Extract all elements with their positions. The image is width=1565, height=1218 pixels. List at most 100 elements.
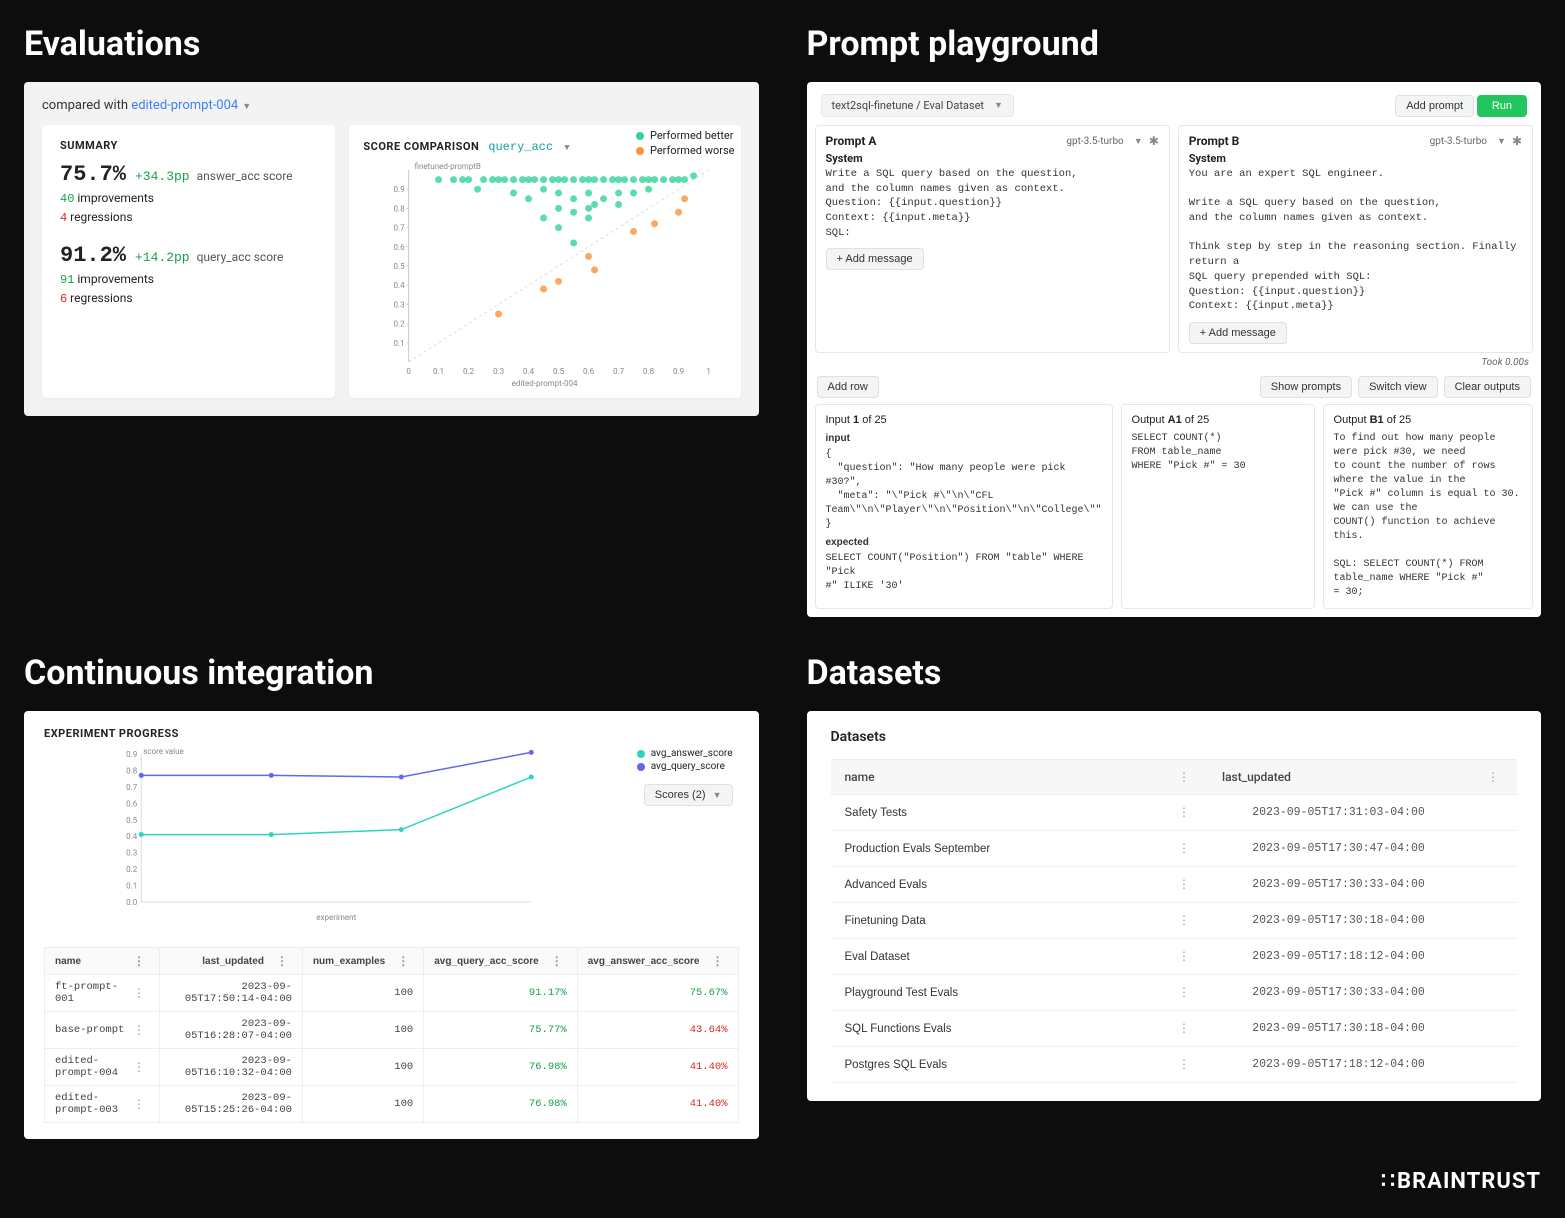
svg-text:1: 1 xyxy=(707,367,712,376)
table-row[interactable]: Production Evals September⋮2023-09-05T17… xyxy=(831,831,1518,867)
kebab-icon[interactable]: ⋮ xyxy=(1174,878,1194,892)
chevron-down-icon: ▼ xyxy=(564,143,569,153)
kebab-icon[interactable]: ⋮ xyxy=(129,986,149,1001)
col-avg-answer[interactable]: avg_answer_acc_score xyxy=(588,956,700,967)
table-row[interactable]: SQL Functions Evals⋮2023-09-05T17:30:18-… xyxy=(831,1011,1518,1047)
col-last-updated[interactable]: last_updated xyxy=(202,956,264,967)
svg-text:edited-prompt-004: edited-prompt-004 xyxy=(512,379,578,388)
improvements-count: 40 xyxy=(60,192,74,206)
improvements-count: 91 xyxy=(60,273,74,287)
model-select[interactable]: gpt-3.5-turbo xyxy=(1066,136,1123,147)
kebab-icon[interactable]: ⋮ xyxy=(129,1023,149,1038)
score-comparison-dropdown[interactable]: query_acc ▼ xyxy=(488,140,569,154)
svg-text:0.5: 0.5 xyxy=(394,262,406,271)
prompt-b-body[interactable]: You are an expert SQL engineer. Write a … xyxy=(1189,167,1522,314)
run-button[interactable]: Run xyxy=(1477,95,1527,117)
table-row[interactable]: Eval Dataset⋮2023-09-05T17:18:12-04:00 xyxy=(831,939,1518,975)
playground-section: Prompt playground text2sql-finetune / Ev… xyxy=(807,24,1542,617)
improvements-label: improvements xyxy=(74,272,154,286)
output-a-body: SELECT COUNT(*) FROM table_name WHERE "P… xyxy=(1132,432,1304,474)
svg-text:0.1: 0.1 xyxy=(433,367,444,376)
prompt-b-title: Prompt B xyxy=(1189,134,1240,148)
svg-text:score value: score value xyxy=(143,747,184,756)
table-row[interactable]: Finetuning Data⋮2023-09-05T17:30:18-04:0… xyxy=(831,903,1518,939)
prompt-a-body[interactable]: Write a SQL query based on the question,… xyxy=(826,167,1159,240)
kebab-icon[interactable]: ⋮ xyxy=(1174,842,1194,856)
table-row[interactable]: edited-prompt-003⋮2023-09-05T15:25:26-04… xyxy=(45,1086,739,1123)
chevron-down-icon[interactable]: ▼ xyxy=(242,101,251,112)
regressions-label: regressions xyxy=(67,210,132,224)
compared-with-bar: compared with edited-prompt-004 ▼ xyxy=(24,92,759,125)
metric-delta: +34.3pp xyxy=(135,169,190,184)
gear-icon[interactable]: ✱ xyxy=(1512,134,1522,148)
col-num-examples[interactable]: num_examples xyxy=(313,956,385,967)
table-row[interactable]: Playground Test Evals⋮2023-09-05T17:30:3… xyxy=(831,975,1518,1011)
svg-text:0.5: 0.5 xyxy=(553,367,565,376)
svg-text:0.8: 0.8 xyxy=(643,367,655,376)
table-row[interactable]: ft-prompt-001⋮2023-09-05T17:50:14-04:001… xyxy=(45,975,739,1012)
chevron-down-icon: ▼ xyxy=(1134,136,1143,147)
metric-label: query_acc score xyxy=(197,250,284,264)
kebab-icon[interactable]: ⋮ xyxy=(272,954,292,968)
chevron-down-icon: ▼ xyxy=(1497,136,1506,147)
col-name[interactable]: name xyxy=(845,770,875,784)
regressions-label: regressions xyxy=(67,291,132,305)
kebab-icon[interactable]: ⋮ xyxy=(1174,1022,1194,1036)
kebab-icon[interactable]: ⋮ xyxy=(129,954,149,968)
kebab-icon[interactable]: ⋮ xyxy=(547,954,567,968)
legend-better: Performed better xyxy=(650,129,734,142)
breadcrumb[interactable]: text2sql-finetune / Eval Dataset▼ xyxy=(821,94,1014,117)
datasets-section: Datasets Datasets name ⋮ last_updated ⋮ … xyxy=(807,653,1542,1139)
input-body: { "question": "How many people were pick… xyxy=(826,448,1102,532)
col-avg-query[interactable]: avg_query_acc_score xyxy=(434,956,539,967)
prompt-a-card: Prompt A gpt-3.5-turbo▼✱ System Write a … xyxy=(815,125,1170,353)
svg-text:0.7: 0.7 xyxy=(613,367,625,376)
ci-section: Continuous integration EXPERIMENT PROGRE… xyxy=(24,653,759,1139)
switch-view-button[interactable]: Switch view xyxy=(1358,376,1437,398)
model-select[interactable]: gpt-3.5-turbo xyxy=(1430,136,1487,147)
svg-text:0.7: 0.7 xyxy=(394,224,406,233)
kebab-icon[interactable]: ⋮ xyxy=(1483,770,1503,784)
datasets-panel: Datasets name ⋮ last_updated ⋮ Safety Te… xyxy=(807,711,1542,1101)
add-message-button[interactable]: + Add message xyxy=(1189,322,1287,344)
kebab-icon[interactable]: ⋮ xyxy=(129,1060,149,1075)
logo-dots-icon: ∷ xyxy=(1381,1169,1393,1194)
add-row-button[interactable]: Add row xyxy=(817,376,879,398)
kebab-icon[interactable]: ⋮ xyxy=(1174,1058,1194,1072)
gear-icon[interactable]: ✱ xyxy=(1149,134,1159,148)
kebab-icon[interactable]: ⋮ xyxy=(1174,770,1194,784)
svg-text:0.1: 0.1 xyxy=(394,339,405,348)
col-name[interactable]: name xyxy=(55,956,81,967)
kebab-icon[interactable]: ⋮ xyxy=(1174,806,1194,820)
clear-outputs-button[interactable]: Clear outputs xyxy=(1444,376,1531,398)
svg-text:0.9: 0.9 xyxy=(394,185,405,194)
col-last-updated[interactable]: last_updated xyxy=(1222,770,1291,784)
evaluations-heading: Evaluations xyxy=(24,24,759,64)
dot-icon xyxy=(636,147,644,155)
kebab-icon[interactable]: ⋮ xyxy=(708,954,728,968)
kebab-icon[interactable]: ⋮ xyxy=(129,1097,149,1112)
add-prompt-button[interactable]: Add prompt xyxy=(1395,95,1474,117)
compared-prefix: compared with xyxy=(42,98,131,113)
svg-text:0.0: 0.0 xyxy=(126,898,138,907)
kebab-icon[interactable]: ⋮ xyxy=(1174,986,1194,1000)
table-row[interactable]: Advanced Evals⋮2023-09-05T17:30:33-04:00 xyxy=(831,867,1518,903)
table-row[interactable]: edited-prompt-004⋮2023-09-05T16:10:32-04… xyxy=(45,1049,739,1086)
add-message-button[interactable]: + Add message xyxy=(826,248,924,270)
summary-title: SUMMARY xyxy=(60,139,317,152)
scores-dropdown[interactable]: Scores (2) ▼ xyxy=(644,784,733,806)
kebab-icon[interactable]: ⋮ xyxy=(393,954,413,968)
score-comparison-card: SCORE COMPARISON query_acc ▼ Performed b… xyxy=(349,125,740,398)
legend-worse: Performed worse xyxy=(650,144,735,157)
compared-link[interactable]: edited-prompt-004 xyxy=(131,98,238,113)
output-a-card: Output A1 of 25 SELECT COUNT(*) FROM tab… xyxy=(1121,404,1315,609)
svg-text:0.7: 0.7 xyxy=(126,783,138,792)
table-row[interactable]: base-prompt⋮2023-09-05T16:28:07-04:00100… xyxy=(45,1012,739,1049)
show-prompts-button[interactable]: Show prompts xyxy=(1260,376,1352,398)
svg-text:0.4: 0.4 xyxy=(523,367,535,376)
kebab-icon[interactable]: ⋮ xyxy=(1174,914,1194,928)
kebab-icon[interactable]: ⋮ xyxy=(1174,950,1194,964)
ci-legend: avg_answer_score avg_query_score xyxy=(637,748,733,774)
table-row[interactable]: Safety Tests⋮2023-09-05T17:31:03-04:00 xyxy=(831,795,1518,831)
table-row[interactable]: Postgres SQL Evals⋮2023-09-05T17:18:12-0… xyxy=(831,1047,1518,1083)
